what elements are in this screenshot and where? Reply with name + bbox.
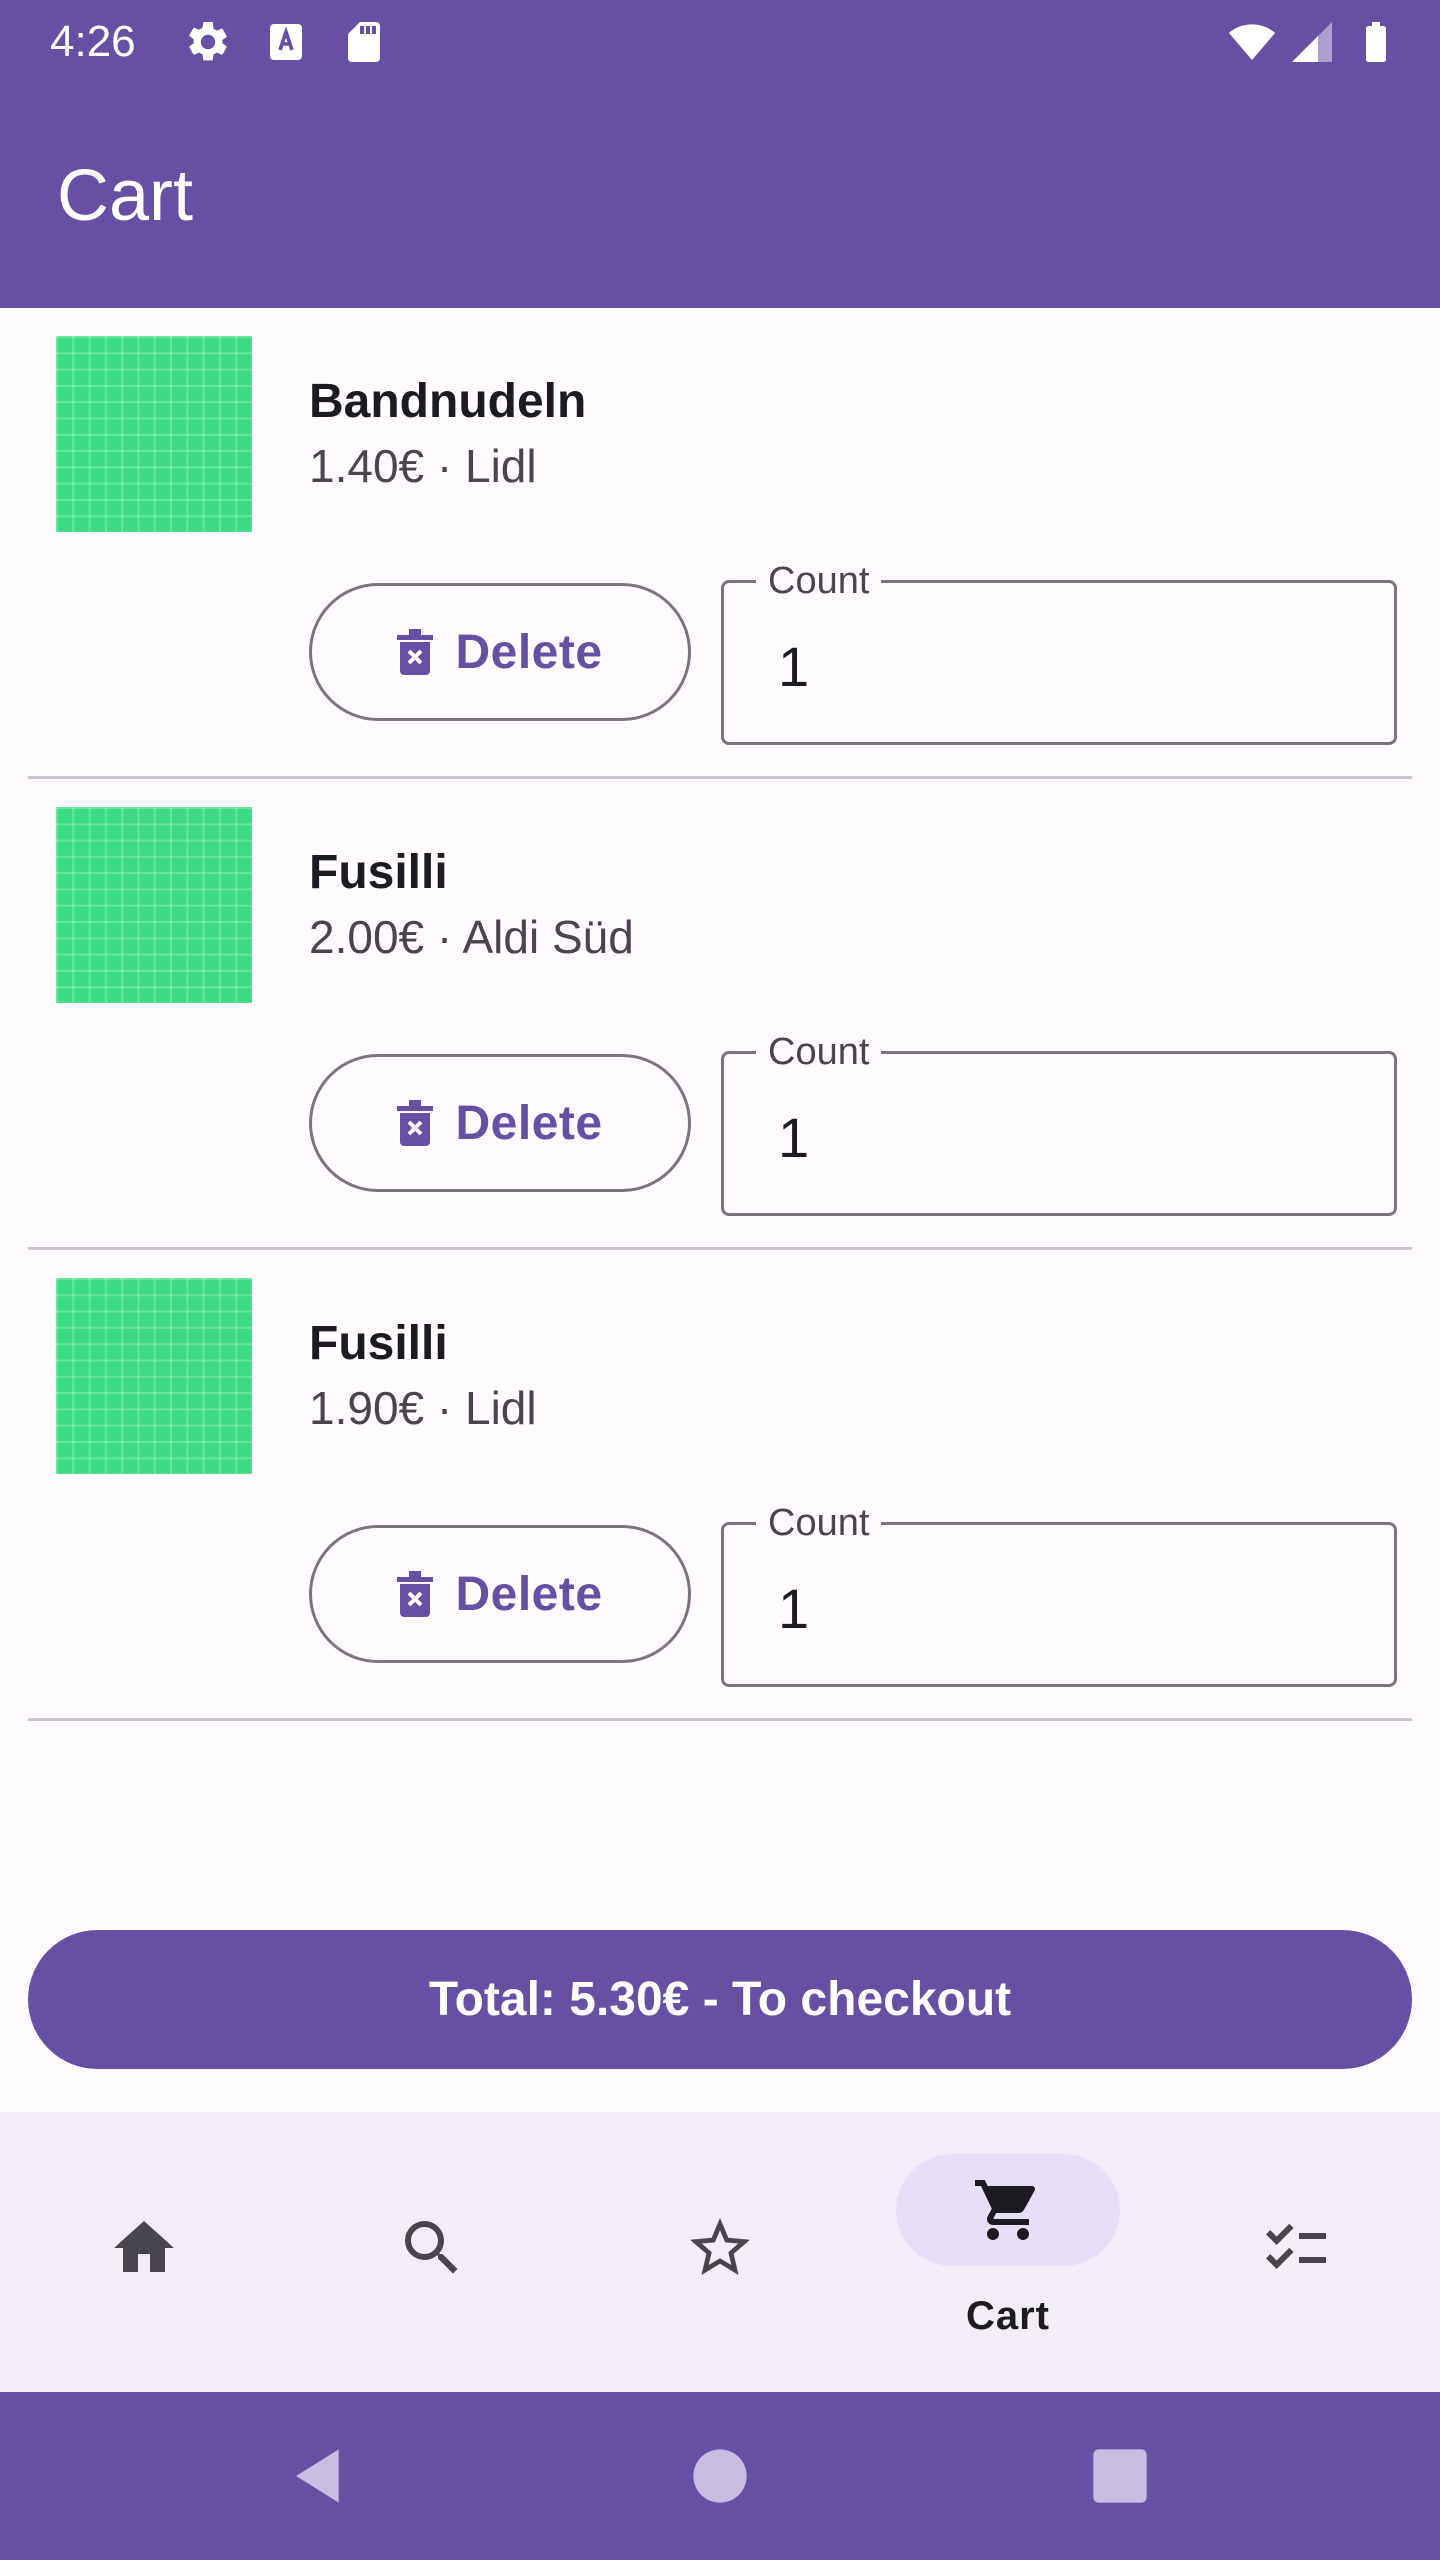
delete-icon <box>397 1571 434 1617</box>
nav-label-cart: Cart <box>965 2294 1051 2338</box>
cart-icon <box>975 2180 1036 2240</box>
product-thumbnail <box>56 1278 252 1474</box>
delete-label: Delete <box>455 625 603 679</box>
sd-card-icon <box>348 22 380 62</box>
delete-button[interactable]: Delete <box>309 1525 691 1663</box>
count-label: Count <box>756 559 882 603</box>
delete-label: Delete <box>455 1096 603 1150</box>
nav-item-cart[interactable]: Cart <box>864 2112 1152 2392</box>
checkout-button[interactable]: Total: 5.30€ - To checkout <box>28 1930 1412 2069</box>
bottom-navigation: Cart <box>0 2112 1440 2392</box>
checklist-icon <box>1266 2223 1326 2269</box>
home-circle-icon[interactable] <box>688 2444 752 2508</box>
cart-item: Fusilli 2.00€ · Aldi Süd Delete Count 1 <box>0 779 1440 1250</box>
settings-icon <box>189 21 227 61</box>
count-field[interactable]: Count 1 <box>721 1501 1397 1687</box>
delete-icon <box>397 629 434 675</box>
system-navigation-bar <box>0 2392 1440 2560</box>
count-label: Count <box>756 1501 882 1545</box>
count-field[interactable]: Count 1 <box>721 559 1397 745</box>
search-icon <box>405 2221 458 2274</box>
home-icon <box>114 2221 174 2272</box>
delete-icon <box>397 1100 434 1146</box>
nav-item-home[interactable] <box>0 2112 288 2392</box>
product-name: Fusilli <box>309 1317 448 1370</box>
divider <box>28 1718 1412 1721</box>
count-field[interactable]: Count 1 <box>721 1030 1397 1216</box>
back-icon[interactable] <box>288 2444 352 2508</box>
page-title: Cart <box>57 156 194 236</box>
count-value[interactable]: 1 <box>778 1106 809 1170</box>
product-price-store: 1.40€ · Lidl <box>309 440 537 492</box>
top-app-bar: Cart <box>0 84 1440 308</box>
product-price-store: 1.90€ · Lidl <box>309 1382 537 1434</box>
product-thumbnail <box>56 807 252 1003</box>
cart-item: Bandnudeln 1.40€ · Lidl Delete Count 1 <box>0 308 1440 779</box>
star-icon <box>690 2218 750 2275</box>
count-label: Count <box>756 1030 882 1074</box>
status-bar: 4:26 <box>0 0 1440 84</box>
nav-item-search[interactable] <box>288 2112 576 2392</box>
cell-signal-icon <box>1292 22 1332 62</box>
delete-button[interactable]: Delete <box>309 1054 691 1192</box>
delete-button[interactable]: Delete <box>309 583 691 721</box>
delete-label: Delete <box>455 1567 603 1621</box>
cart-item: Fusilli 1.90€ · Lidl Delete Count 1 <box>0 1250 1440 1721</box>
status-time: 4:26 <box>50 17 136 66</box>
product-name: Bandnudeln <box>309 375 587 428</box>
battery-icon <box>1366 22 1386 62</box>
cart-list: Bandnudeln 1.40€ · Lidl Delete Count 1 F… <box>0 308 1440 1721</box>
product-price-store: 2.00€ · Aldi Süd <box>309 911 634 963</box>
keyboard-a-icon <box>270 24 302 60</box>
product-name: Fusilli <box>309 846 448 899</box>
checkout-label: Total: 5.30€ - To checkout <box>428 1973 1012 2026</box>
count-value[interactable]: 1 <box>778 635 809 699</box>
wifi-icon <box>1229 24 1275 60</box>
recents-icon[interactable] <box>1088 2444 1152 2508</box>
nav-item-checklist[interactable] <box>1152 2112 1440 2392</box>
product-thumbnail <box>56 336 252 532</box>
count-value[interactable]: 1 <box>778 1577 809 1641</box>
nav-item-favorites[interactable] <box>576 2112 864 2392</box>
